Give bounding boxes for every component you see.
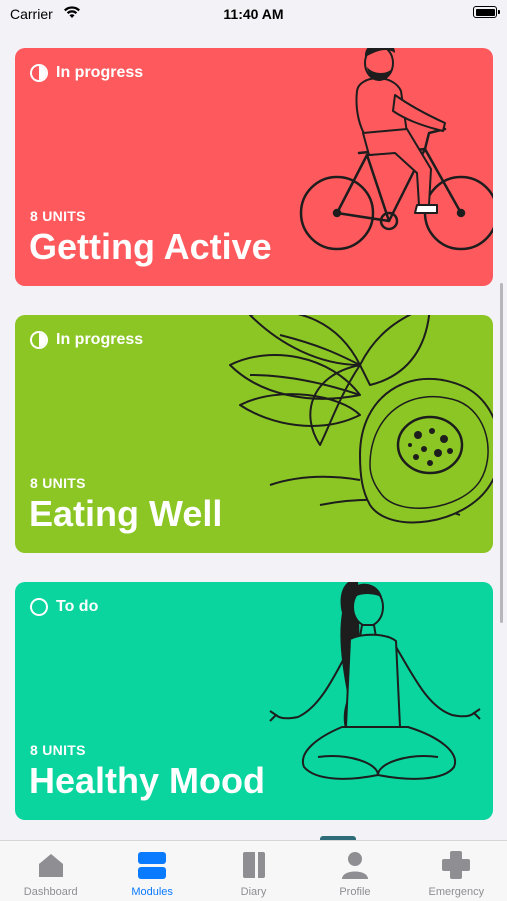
clock: 11:40 AM	[223, 6, 284, 22]
in-progress-icon	[30, 64, 48, 82]
tab-label: Diary	[240, 886, 267, 898]
module-units: 8 UNITS	[30, 208, 86, 224]
module-status-label: In progress	[56, 331, 144, 348]
battery-icon	[473, 6, 500, 18]
meditating-woman-illustration	[269, 582, 481, 780]
tab-diary[interactable]: Diary	[203, 841, 304, 901]
modules-icon	[138, 852, 167, 879]
module-status: To do	[30, 598, 98, 616]
module-title: Healthy Mood	[29, 760, 266, 801]
modules-list[interactable]: In progress 8 UNITS Getting Active In pr…	[0, 40, 507, 840]
module-title: Eating Well	[29, 493, 223, 534]
cyclist-illustration	[299, 48, 493, 251]
tab-label: Modules	[131, 886, 173, 898]
home-icon	[38, 854, 63, 877]
status-bar: Carrier 11:40 AM	[0, 0, 507, 30]
tab-label: Profile	[339, 886, 371, 898]
module-title: Getting Active	[29, 226, 272, 267]
medical-cross-icon	[442, 851, 471, 879]
tab-label: Dashboard	[23, 886, 78, 898]
module-status-label: To do	[56, 598, 99, 615]
module-card-getting-active[interactable]: In progress 8 UNITS Getting Active	[15, 48, 493, 286]
tab-emergency[interactable]: Emergency	[406, 841, 507, 901]
module-units: 8 UNITS	[30, 475, 86, 491]
module-units: 8 UNITS	[30, 742, 86, 758]
avocado-illustration	[229, 315, 493, 524]
tab-label: Emergency	[428, 886, 485, 898]
module-card-eating-well[interactable]: In progress 8 UNITS Eating Well	[15, 315, 493, 553]
tab-modules[interactable]: Modules	[101, 841, 202, 901]
scroll-indicator[interactable]	[500, 283, 503, 623]
tab-bar: Dashboard Modules Diary Profile Emergenc…	[0, 840, 507, 901]
module-status: In progress	[30, 64, 143, 82]
module-status: In progress	[30, 331, 143, 349]
module-card-healthy-mood[interactable]: To do 8 UNITS Healthy Mood	[15, 582, 493, 820]
module-status-label: In progress	[56, 64, 144, 81]
book-icon	[242, 852, 265, 878]
in-progress-icon	[30, 331, 48, 349]
tab-dashboard[interactable]: Dashboard	[0, 841, 101, 901]
tab-profile[interactable]: Profile	[304, 841, 405, 901]
profile-icon	[341, 852, 368, 879]
to-do-icon	[30, 598, 48, 616]
